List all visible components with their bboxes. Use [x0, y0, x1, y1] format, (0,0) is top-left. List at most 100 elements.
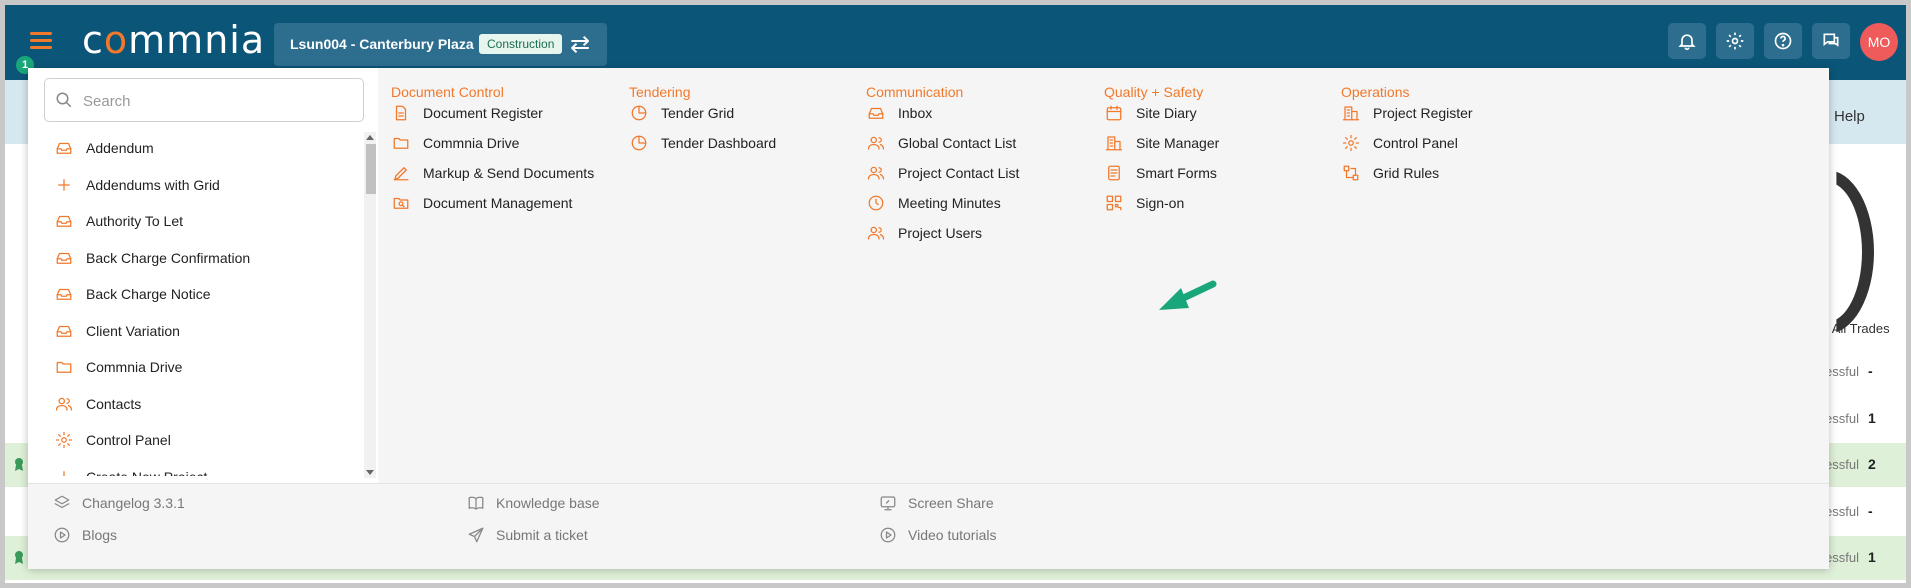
feature-list: Addendum Addendums with Grid Authority To … — [28, 130, 363, 476]
building-icon — [1341, 103, 1361, 123]
menu-link[interactable]: Tender Grid — [629, 102, 734, 124]
project-switcher[interactable]: Lsun004 - Canterbury Plaza Construction … — [274, 23, 607, 66]
gear-icon — [54, 430, 74, 450]
plus-icon — [54, 175, 74, 195]
folder-icon — [54, 357, 74, 377]
search-box[interactable] — [44, 78, 364, 122]
scrollbar-thumb[interactable] — [366, 144, 376, 194]
book-icon — [466, 493, 486, 513]
hamburger-menu-icon[interactable] — [30, 32, 52, 50]
list-item[interactable]: Addendums with Grid — [28, 167, 363, 204]
gear-icon — [1726, 32, 1744, 50]
menu-link[interactable]: Smart Forms — [1104, 162, 1217, 184]
help-button[interactable] — [1764, 23, 1802, 59]
list-item-label: Addendums with Grid — [86, 176, 220, 193]
menu-link[interactable]: Project Users — [866, 222, 982, 244]
search-input[interactable] — [81, 88, 355, 114]
footer-link[interactable]: Video tutorials — [878, 524, 996, 546]
pen-icon — [391, 163, 411, 183]
menu-link-label: Tender Grid — [661, 105, 735, 121]
award-icon — [15, 551, 23, 564]
search-icon — [56, 92, 72, 108]
footer-link-label: Knowledge base — [496, 495, 600, 511]
menu-link-label: Grid Rules — [1373, 165, 1440, 181]
footer-link[interactable]: Submit a ticket — [466, 524, 588, 546]
menu-link[interactable]: Grid Rules — [1341, 162, 1439, 184]
menu-link[interactable]: Global Contact List — [866, 132, 1016, 154]
menu-footer: Changelog 3.3.1 Blogs Knowledge base Submit… — [28, 483, 1829, 569]
award-icon — [15, 458, 23, 471]
menu-link-label: Smart Forms — [1136, 165, 1217, 181]
menu-link[interactable]: Markup & Send Documents — [391, 162, 594, 184]
menu-link[interactable]: Project Contact List — [866, 162, 1019, 184]
footer-link-label: Video tutorials — [908, 527, 997, 543]
menu-link-label: Meeting Minutes — [898, 195, 1001, 211]
menu-link-label: Project Register — [1373, 105, 1473, 121]
menu-link[interactable]: Control Panel — [1341, 132, 1458, 154]
menu-link[interactable]: Project Register — [1341, 102, 1473, 124]
menu-link[interactable]: Document Management — [391, 192, 572, 214]
flow-icon — [1341, 163, 1361, 183]
footer-link[interactable]: Changelog 3.3.1 — [52, 492, 185, 514]
menu-link[interactable]: Commnia Drive — [391, 132, 519, 154]
menu-link-label: Tender Dashboard — [661, 135, 777, 151]
swap-arrows-icon[interactable]: ⇄ — [570, 30, 590, 59]
folder-icon — [391, 133, 411, 153]
calendar-icon — [1104, 103, 1124, 123]
footer-link[interactable]: Knowledge base — [466, 492, 600, 514]
scroll-up-arrow-icon[interactable] — [366, 135, 374, 140]
layers-icon — [52, 493, 72, 513]
settings-button[interactable] — [1716, 23, 1754, 59]
list-item[interactable]: Back Charge Confirmation — [28, 240, 363, 277]
inbox-icon — [866, 103, 886, 123]
menu-link-label: Document Management — [423, 195, 573, 211]
menu-link-label: Document Register — [423, 105, 543, 121]
menu-link[interactable]: Site Diary — [1104, 102, 1197, 124]
footer-link[interactable]: Blogs — [52, 524, 117, 546]
menu-link[interactable]: Tender Dashboard — [629, 132, 776, 154]
folder-search-icon — [391, 193, 411, 213]
menu-column-title: Document Control — [391, 84, 504, 100]
menu-column-title: Operations — [1341, 84, 1410, 100]
list-item[interactable]: Client Variation — [28, 313, 363, 350]
menu-link[interactable]: Sign-on — [1104, 192, 1184, 214]
list-item[interactable]: Addendum — [28, 130, 363, 167]
user-avatar[interactable]: MO — [1860, 23, 1898, 61]
pie-chart-icon — [629, 133, 649, 153]
footer-link-label: Screen Share — [908, 495, 994, 511]
users-icon — [866, 133, 886, 153]
menu-link[interactable]: Meeting Minutes — [866, 192, 1001, 214]
list-scrollbar[interactable] — [364, 132, 376, 478]
building-icon — [1104, 133, 1124, 153]
gear-icon — [1341, 133, 1361, 153]
list-item[interactable]: Contacts — [28, 386, 363, 423]
menu-link-label: Site Diary — [1136, 105, 1197, 121]
menu-link-label: Inbox — [898, 105, 933, 121]
menu-link[interactable]: Document Register — [391, 102, 543, 124]
list-item[interactable]: Control Panel — [28, 422, 363, 459]
chat-button[interactable] — [1812, 23, 1850, 59]
menu-link-label: Site Manager — [1136, 135, 1220, 151]
help-tab[interactable]: Help — [1834, 108, 1865, 125]
list-item[interactable]: Authority To Let — [28, 203, 363, 240]
list-item[interactable]: Commnia Drive — [28, 349, 363, 386]
inbox-icon — [54, 321, 74, 341]
menu-link[interactable]: Inbox — [866, 102, 932, 124]
menu-link[interactable]: Site Manager — [1104, 132, 1219, 154]
list-item-label: Client Variation — [86, 322, 180, 339]
list-item[interactable]: Create New Project — [28, 459, 363, 476]
project-stage-badge: Construction — [479, 34, 563, 54]
list-item-label: Addendum — [86, 140, 154, 157]
scroll-down-arrow-icon[interactable] — [366, 470, 374, 475]
commnia-logo[interactable]: commnia — [82, 18, 265, 62]
project-name: Lsun004 - Canterbury Plaza — [290, 36, 474, 52]
document-icon — [391, 103, 411, 123]
bell-icon — [1678, 34, 1696, 51]
menu-search-pane: Addendum Addendums with Grid Authority To … — [28, 68, 378, 483]
list-item[interactable]: Back Charge Notice — [28, 276, 363, 313]
list-item-label: Contacts — [86, 395, 142, 412]
menu-column-title: Tendering — [629, 84, 691, 100]
footer-link[interactable]: Screen Share — [878, 492, 994, 514]
notifications-button[interactable] — [1668, 23, 1706, 59]
footer-link-label: Blogs — [82, 527, 118, 543]
